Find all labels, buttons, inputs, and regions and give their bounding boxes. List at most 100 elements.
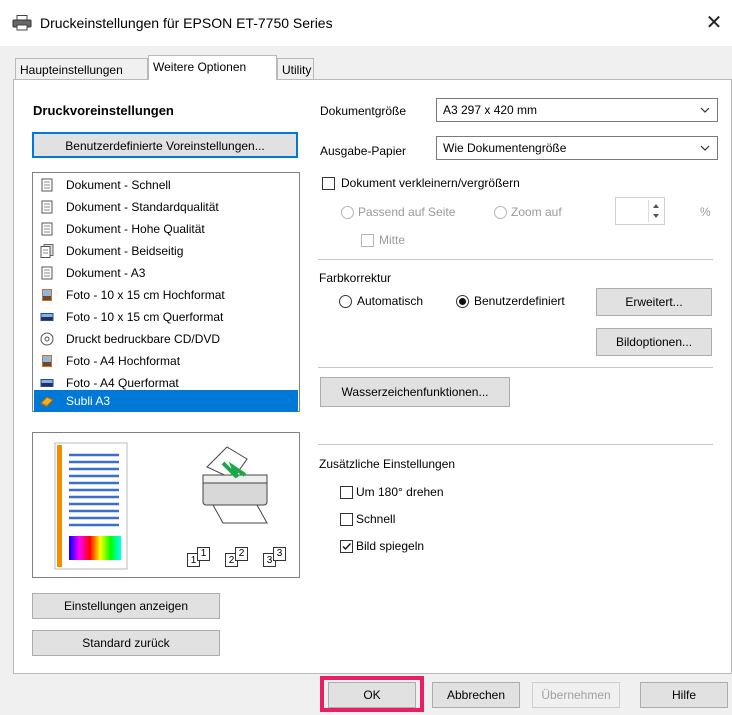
- rotate-180-label: Um 180° drehen: [356, 485, 444, 499]
- photo-portrait-icon: [42, 289, 52, 301]
- checkmark-icon: [342, 543, 352, 551]
- copy-2-icon: 2 2: [221, 545, 255, 567]
- presets-heading: Druckvoreinstellungen: [33, 103, 174, 118]
- zoom-label: Zoom auf: [511, 205, 562, 219]
- watermark-button[interactable]: Wasserzeichenfunktionen...: [320, 377, 510, 407]
- copy-number: 1: [197, 547, 210, 561]
- document-size-value: A3 297 x 420 mm: [443, 103, 538, 117]
- document-icon: [41, 200, 53, 214]
- rotate-180-checkbox[interactable]: [340, 486, 353, 499]
- document-icon: [41, 266, 53, 280]
- disc-icon: [40, 332, 54, 346]
- preview-panel: 1 1 2 2 3 3: [32, 432, 300, 578]
- title-bar: Druckeinstellungen für EPSON ET-7750 Ser…: [0, 0, 732, 46]
- list-item-label: Foto - A4 Hochformat: [66, 354, 181, 368]
- tab-weitere-optionen[interactable]: Weitere Optionen: [148, 55, 277, 80]
- image-options-button[interactable]: Bildoptionen...: [596, 328, 712, 356]
- copy-number: 3: [273, 547, 286, 561]
- color-auto-label: Automatisch: [357, 294, 424, 308]
- list-item-label: Dokument - A3: [66, 266, 146, 280]
- arrow-down-icon[interactable]: [651, 212, 661, 220]
- close-button[interactable]: ✕: [700, 9, 728, 37]
- output-paper-label: Ausgabe-Papier: [320, 144, 407, 158]
- reduce-enlarge-label: Dokument verkleinern/vergrößern: [341, 176, 520, 190]
- list-item[interactable]: Foto - A4 Hochformat: [34, 350, 298, 372]
- list-item[interactable]: Dokument - Beidseitig: [34, 240, 298, 262]
- reduce-enlarge-checkbox[interactable]: [322, 177, 335, 190]
- tab-haupteinstellungen[interactable]: Haupteinstellungen: [15, 58, 148, 80]
- list-item[interactable]: Foto - 10 x 15 cm Hochformat: [34, 284, 298, 306]
- list-item-label: Dokument - Schnell: [66, 178, 171, 192]
- photo-portrait-icon: [42, 355, 52, 367]
- tab-utility[interactable]: Utility: [277, 58, 314, 80]
- output-paper-value: Wie Dokumentengröße: [443, 141, 567, 155]
- photo-landscape-icon: [40, 379, 54, 387]
- percent-label: %: [700, 205, 711, 219]
- copy-3-icon: 3 3: [259, 545, 293, 567]
- arrow-up-icon[interactable]: [651, 202, 661, 210]
- custom-preset-icon: [40, 396, 54, 407]
- zoom-stepper[interactable]: [648, 200, 663, 222]
- duplex-document-icon: [40, 244, 54, 258]
- document-size-label: Dokumentgröße: [320, 104, 407, 118]
- tab-label: Utility: [282, 63, 312, 77]
- tab-label: Haupteinstellungen: [20, 63, 123, 77]
- color-custom-label: Benutzerdefiniert: [474, 294, 565, 308]
- list-item[interactable]: Foto - 10 x 15 cm Querformat: [34, 306, 298, 328]
- divider: [318, 444, 713, 445]
- fit-to-page-radio[interactable]: [341, 206, 354, 219]
- extra-settings-heading: Zusätzliche Einstellungen: [319, 457, 456, 471]
- list-item[interactable]: Dokument - Hohe Qualität: [34, 218, 298, 240]
- document-size-select[interactable]: A3 297 x 420 mm: [436, 98, 718, 122]
- fast-checkbox[interactable]: [340, 513, 353, 526]
- mirror-image-checkbox[interactable]: [340, 540, 353, 553]
- chevron-down-icon: [700, 145, 710, 151]
- document-icon: [41, 222, 53, 236]
- page-preview-icon: [54, 442, 128, 570]
- printer-output-icon: [202, 446, 268, 524]
- list-item-selected[interactable]: Subli A3: [34, 390, 298, 412]
- printer-icon: [12, 15, 32, 31]
- divider: [318, 367, 713, 368]
- cancel-button[interactable]: Abbrechen: [432, 682, 520, 708]
- list-item-label: Dokument - Beidseitig: [66, 244, 184, 258]
- preset-list[interactable]: Dokument - Schnell Dokument - Standardqu…: [32, 172, 300, 412]
- reset-defaults-button[interactable]: Standard zurück: [32, 630, 220, 656]
- list-item-label: Subli A3: [66, 394, 111, 408]
- list-item-label: Druckt bedruckbare CD/DVD: [66, 332, 221, 346]
- divider: [318, 259, 713, 260]
- custom-presets-button[interactable]: Benutzerdefinierte Voreinstellungen...: [32, 132, 298, 158]
- window-title: Druckeinstellungen für EPSON ET-7750 Ser…: [40, 15, 333, 31]
- chevron-down-icon: [700, 107, 710, 113]
- fast-label: Schnell: [356, 512, 396, 526]
- copy-order-icons: 1 1 2 2 3 3: [183, 545, 295, 567]
- color-auto-radio[interactable]: [339, 295, 352, 308]
- copy-number: 2: [235, 547, 248, 561]
- list-item[interactable]: Dokument - Schnell: [34, 174, 298, 196]
- show-settings-button[interactable]: Einstellungen anzeigen: [32, 593, 220, 619]
- mirror-image-label: Bild spiegeln: [356, 539, 425, 553]
- color-correction-heading: Farbkorrektur: [319, 271, 392, 285]
- copy-1-icon: 1 1: [183, 545, 217, 567]
- fit-to-page-label: Passend auf Seite: [358, 205, 456, 219]
- ok-highlight-frame: [320, 676, 424, 712]
- photo-landscape-icon: [40, 313, 54, 321]
- list-item-label: Foto - 10 x 15 cm Querformat: [66, 310, 224, 324]
- help-button[interactable]: Hilfe: [640, 682, 728, 708]
- tab-label: Weitere Optionen: [153, 60, 247, 74]
- list-item-label: Dokument - Standardqualität: [66, 200, 219, 214]
- list-item[interactable]: Dokument - A3: [34, 262, 298, 284]
- center-checkbox[interactable]: [361, 234, 374, 247]
- apply-button[interactable]: Übernehmen: [532, 682, 620, 708]
- advanced-button[interactable]: Erweitert...: [596, 288, 712, 316]
- list-item[interactable]: Dokument - Standardqualität: [34, 196, 298, 218]
- list-item-label: Foto - 10 x 15 cm Hochformat: [66, 288, 225, 302]
- document-icon: [41, 178, 53, 192]
- list-item[interactable]: Druckt bedruckbare CD/DVD: [34, 328, 298, 350]
- list-item-label: Dokument - Hohe Qualität: [66, 222, 205, 236]
- output-paper-select[interactable]: Wie Dokumentengröße: [436, 136, 718, 160]
- center-label: Mitte: [379, 233, 406, 247]
- zoom-value-input[interactable]: [615, 197, 665, 225]
- zoom-radio[interactable]: [494, 206, 507, 219]
- color-custom-radio[interactable]: [456, 295, 469, 308]
